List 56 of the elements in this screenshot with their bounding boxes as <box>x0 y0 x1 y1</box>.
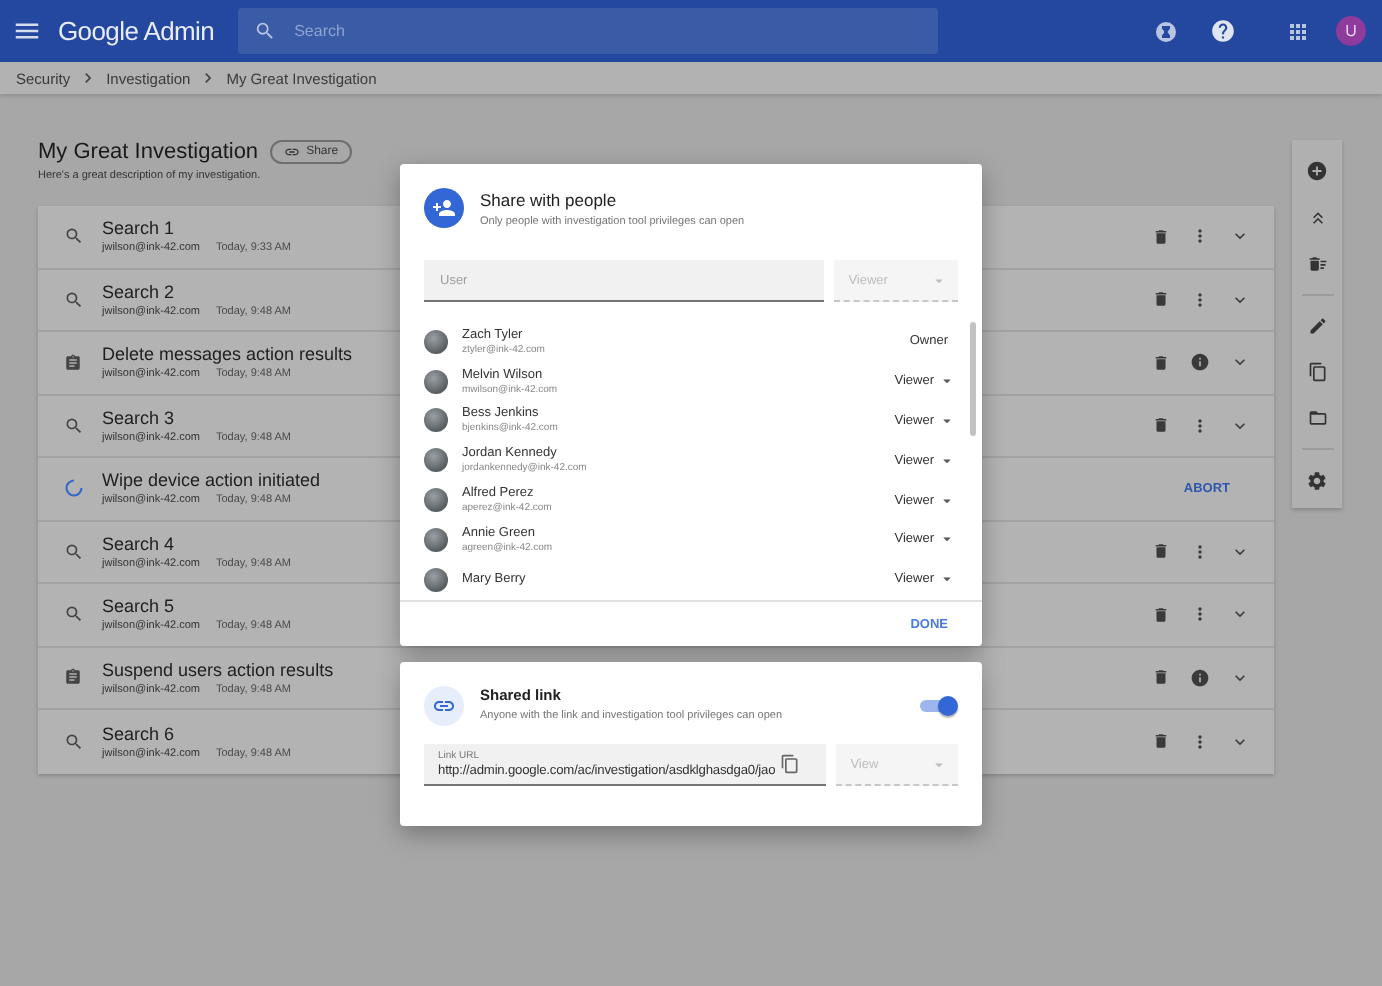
share-people-icon <box>424 188 464 228</box>
delete-icon[interactable] <box>1152 668 1170 687</box>
delete-icon[interactable] <box>1152 227 1170 246</box>
person-avatar <box>424 408 448 433</box>
clipboard-icon <box>64 353 82 372</box>
apps-icon[interactable] <box>1286 19 1310 43</box>
clear-icon[interactable] <box>1307 254 1327 274</box>
link-icon <box>424 686 464 726</box>
delete-icon[interactable] <box>1152 732 1170 751</box>
product-logo[interactable]: Google Admin <box>58 15 215 47</box>
search-icon <box>64 731 84 752</box>
result-title[interactable]: Delete messages action results <box>102 344 353 365</box>
search-icon <box>254 20 277 42</box>
person-avatar <box>424 369 448 394</box>
delete-icon[interactable] <box>1152 353 1170 372</box>
dialog-title: Share with people <box>480 189 619 209</box>
result-title[interactable]: Search 2 <box>102 281 292 302</box>
link-icon <box>284 144 301 160</box>
delete-icon[interactable] <box>1152 605 1170 624</box>
edit-icon[interactable] <box>1307 316 1327 336</box>
search-icon <box>64 541 84 562</box>
info-icon[interactable] <box>1190 667 1210 688</box>
settings-icon[interactable] <box>1306 470 1328 492</box>
investigation-title: My Great Investigation <box>38 140 259 164</box>
search-icon <box>64 226 84 247</box>
folder-icon[interactable] <box>1307 408 1327 428</box>
spinner-icon <box>64 478 84 499</box>
copy-icon[interactable] <box>1307 362 1327 382</box>
delete-icon[interactable] <box>1152 542 1170 561</box>
add-icon[interactable] <box>1306 160 1328 182</box>
clipboard-icon <box>64 668 82 687</box>
result-title[interactable]: Search 4 <box>102 533 292 554</box>
link-toggle[interactable] <box>918 696 958 716</box>
help-icon[interactable] <box>1210 18 1236 44</box>
account-avatar[interactable]: U <box>1336 16 1366 46</box>
search-icon <box>64 289 84 310</box>
hourglass-icon[interactable] <box>1154 19 1178 43</box>
copy-icon[interactable] <box>779 754 800 774</box>
result-title[interactable]: Search 3 <box>102 407 292 428</box>
collapse-icon[interactable] <box>1307 208 1327 228</box>
search-icon <box>64 415 84 436</box>
person-avatar <box>424 448 448 473</box>
result-title[interactable]: Search 6 <box>102 723 292 744</box>
delete-icon[interactable] <box>1152 416 1170 435</box>
person-avatar <box>424 488 448 513</box>
delete-icon[interactable] <box>1152 290 1170 309</box>
info-icon[interactable] <box>1190 352 1210 373</box>
person-avatar <box>424 329 448 354</box>
result-title[interactable]: Wipe device action initiated <box>102 470 321 491</box>
result-title[interactable]: Search 5 <box>102 596 292 617</box>
scrollbar[interactable] <box>970 322 976 436</box>
person-avatar <box>424 567 448 592</box>
person-avatar <box>424 527 448 552</box>
result-title[interactable]: Suspend users action results <box>102 659 334 680</box>
search-icon <box>64 604 84 625</box>
result-title[interactable]: Search 1 <box>102 218 292 239</box>
